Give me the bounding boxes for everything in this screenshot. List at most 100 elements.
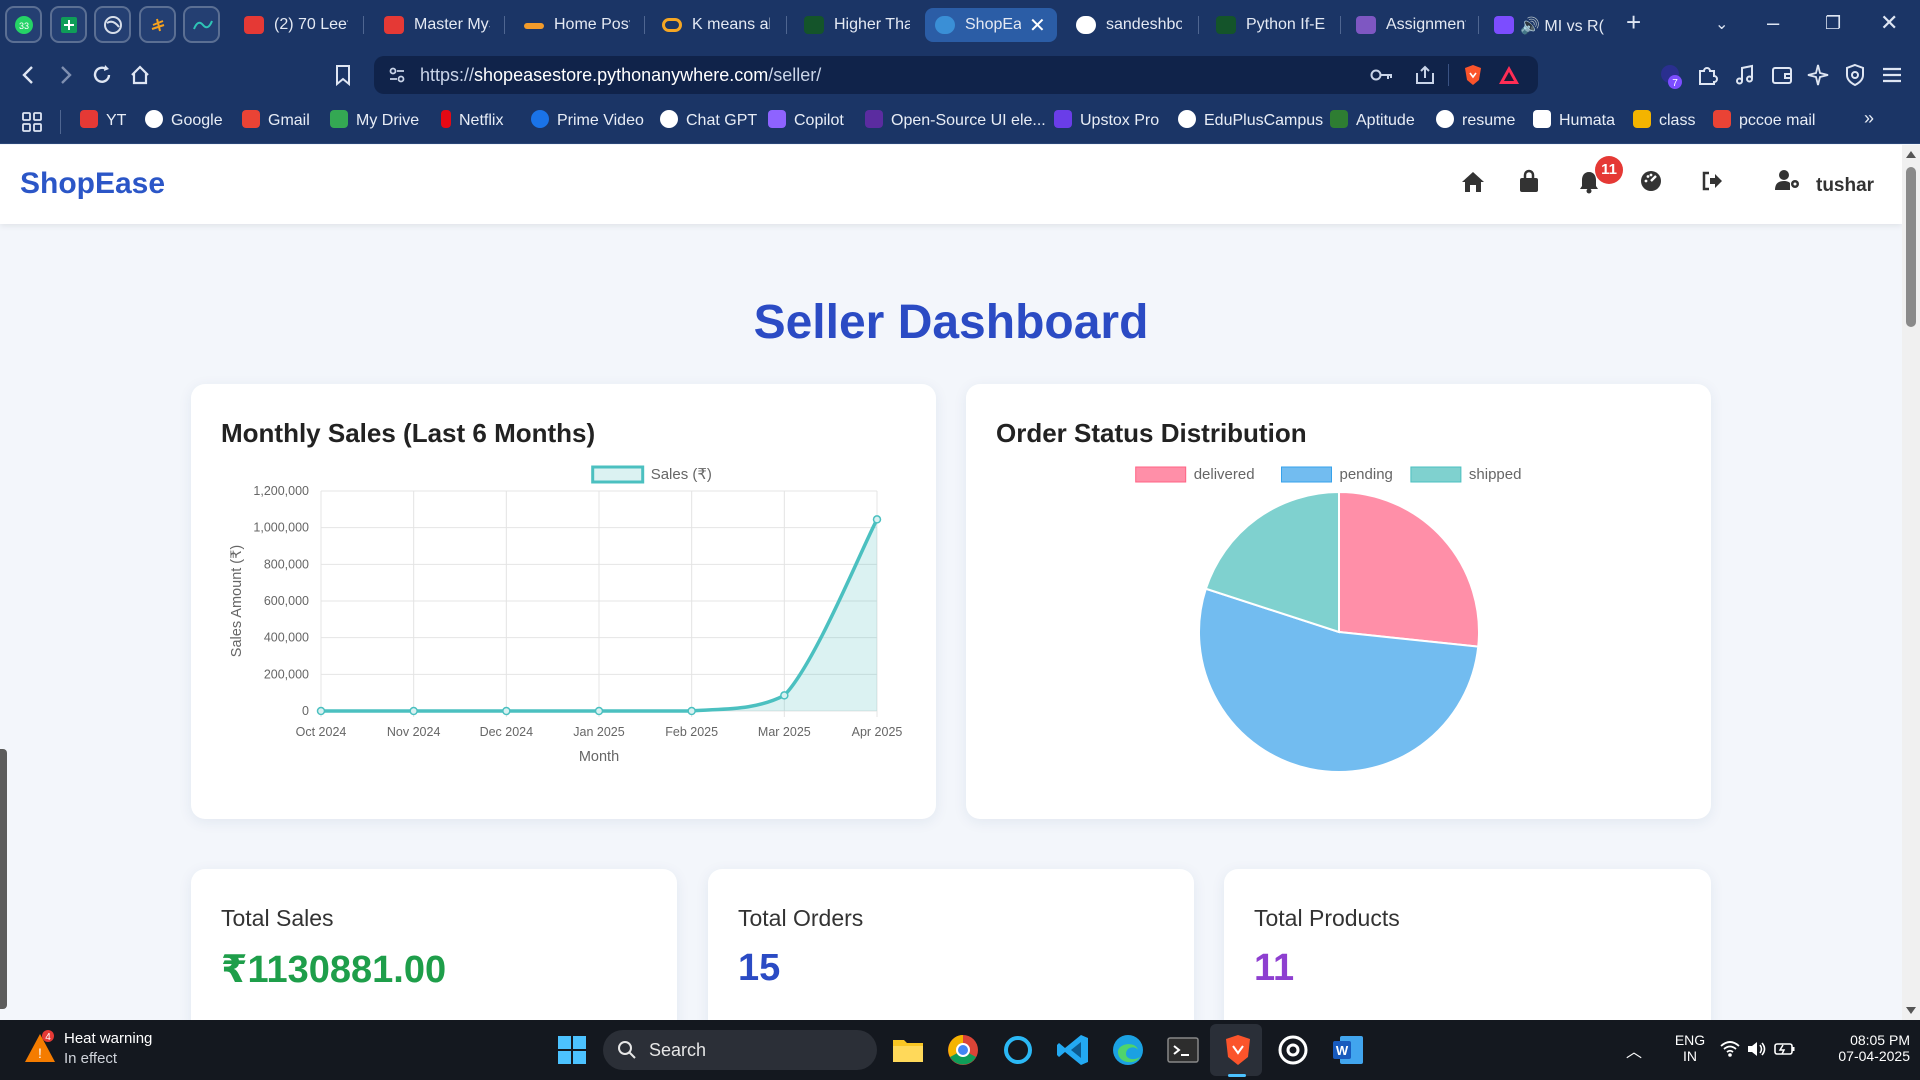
pinned-tab-globe[interactable]: [94, 6, 131, 43]
side-panel-handle[interactable]: [0, 749, 7, 1009]
word-icon[interactable]: W: [1330, 1032, 1366, 1068]
brave-browser-icon[interactable]: [1220, 1032, 1256, 1068]
bookmark-icon[interactable]: [333, 63, 353, 87]
wallet-icon[interactable]: [1770, 63, 1794, 87]
tab-divider: [504, 16, 505, 34]
tab-divider: [786, 16, 787, 34]
globe-icon: [1178, 110, 1196, 128]
brave-shields-icon[interactable]: [1462, 63, 1484, 87]
shopping-bag-icon[interactable]: [1517, 169, 1541, 195]
order-status-pie-chart[interactable]: delivered pending shipped: [966, 464, 1711, 809]
home-icon[interactable]: [128, 63, 152, 87]
windows-start-icon[interactable]: [557, 1035, 587, 1065]
chrome-icon[interactable]: [945, 1032, 981, 1068]
site-settings-icon[interactable]: [388, 66, 406, 84]
menu-icon[interactable]: [1880, 63, 1904, 87]
battery-icon[interactable]: [1774, 1041, 1796, 1057]
file-explorer-icon[interactable]: [890, 1032, 926, 1068]
bookmark-google[interactable]: Google: [145, 110, 223, 134]
cortana-icon[interactable]: [1000, 1032, 1036, 1068]
terminal-icon[interactable]: [1165, 1032, 1201, 1068]
bookmark-netflix[interactable]: Netflix: [441, 110, 503, 134]
logout-icon[interactable]: [1700, 169, 1724, 193]
pinned-tab-stack[interactable]: [139, 6, 176, 43]
pinned-tab-sheets[interactable]: [50, 6, 87, 43]
legend-swatch: [1281, 466, 1332, 483]
bookmark-yt[interactable]: YT: [80, 110, 126, 134]
clock[interactable]: 08:05 PM 07-04-2025: [1810, 1032, 1910, 1064]
classroom-icon: [1633, 110, 1651, 128]
bookmark-edupluscampus[interactable]: EduPlusCampus: [1178, 110, 1323, 134]
extensions-puzzle-icon[interactable]: [1695, 63, 1719, 87]
back-icon[interactable]: [18, 63, 40, 87]
close-window-button[interactable]: ✕: [1880, 12, 1898, 34]
vpn-shield-icon[interactable]: [1843, 63, 1867, 87]
bookmark-aptitude[interactable]: Aptitude: [1330, 110, 1415, 134]
browser-tab[interactable]: (2) 70 Leetc: [234, 8, 352, 42]
password-key-icon[interactable]: [1370, 67, 1394, 83]
reload-icon[interactable]: [90, 63, 114, 87]
bookmark-my-drive[interactable]: My Drive: [330, 110, 419, 134]
scrollbar-thumb[interactable]: [1906, 167, 1916, 327]
browser-tab[interactable]: Master MyS: [374, 8, 492, 42]
ai-sparkle-icon[interactable]: [1806, 63, 1830, 87]
pinned-tab-link[interactable]: [183, 6, 220, 43]
forward-icon[interactable]: [54, 63, 76, 87]
stat-label: Total Sales: [221, 905, 334, 931]
dashboard-gauge-icon[interactable]: [1639, 169, 1663, 193]
close-tab-icon[interactable]: ✕: [1029, 13, 1046, 38]
tab-search-chevron-icon[interactable]: ⌄: [1715, 14, 1728, 36]
page-scrollbar[interactable]: [1902, 145, 1920, 1020]
bookmark-class[interactable]: class: [1633, 110, 1695, 134]
taskbar-search-box[interactable]: Search: [603, 1030, 877, 1070]
scroll-down-arrow-icon[interactable]: [1906, 1007, 1916, 1014]
volume-icon[interactable]: [1746, 1040, 1768, 1058]
bookmark-open-source-ui[interactable]: Open-Source UI ele...: [865, 110, 1046, 134]
browser-tab-active[interactable]: ShopEa ✕: [925, 8, 1057, 42]
minimize-button[interactable]: –: [1767, 12, 1779, 34]
music-note-icon[interactable]: [1733, 63, 1757, 87]
legend-label: shipped: [1469, 466, 1522, 483]
address-bar[interactable]: https://shopeasestore.pythonanywhere.com…: [374, 56, 1538, 94]
bookmark-prime-video[interactable]: Prime Video: [531, 110, 644, 134]
site-logo[interactable]: ShopEase: [20, 167, 165, 201]
browser-tab[interactable]: Home Postl: [514, 8, 632, 42]
browser-tab[interactable]: 🔊 MI vs R(: [1484, 8, 1614, 42]
vscode-icon[interactable]: [1055, 1032, 1091, 1068]
scroll-up-arrow-icon[interactable]: [1906, 151, 1916, 158]
extension-leo-icon[interactable]: 7: [1658, 63, 1688, 91]
user-settings-icon[interactable]: [1775, 169, 1801, 193]
browser-tab[interactable]: sandeshbor: [1066, 8, 1186, 42]
bookmark-gmail[interactable]: Gmail: [242, 110, 310, 134]
wifi-icon[interactable]: [1720, 1040, 1740, 1058]
more-bookmarks-chevron-icon[interactable]: »: [1864, 108, 1874, 132]
share-icon[interactable]: [1414, 65, 1436, 85]
total-orders-card: Total Orders 15: [708, 869, 1194, 1020]
browser-tab[interactable]: Higher Thar: [794, 8, 912, 42]
browser-tab[interactable]: Assignment: [1346, 8, 1468, 42]
bookmark-pccoe-mail[interactable]: pccoe mail: [1713, 110, 1815, 134]
home-icon[interactable]: [1460, 169, 1486, 195]
chatgpt-app-icon[interactable]: [1275, 1032, 1311, 1068]
bookmark-humata[interactable]: Humata: [1533, 110, 1615, 134]
browser-tab[interactable]: K means alc: [652, 8, 772, 42]
brave-rewards-icon[interactable]: [1498, 64, 1520, 86]
new-tab-button[interactable]: +: [1626, 9, 1641, 35]
edge-icon[interactable]: [1110, 1032, 1146, 1068]
language-indicator[interactable]: ENG IN: [1670, 1032, 1710, 1064]
monthly-sales-line-chart[interactable]: Sales (₹) 0 200,000 400,000 600,000 800,000 1,…: [191, 464, 936, 809]
username-label[interactable]: tushar: [1816, 175, 1874, 197]
prime-video-icon: [531, 110, 549, 128]
legend-swatch: [1410, 466, 1462, 483]
restore-button[interactable]: ❐: [1825, 12, 1841, 34]
pinned-tab-whatsapp[interactable]: 33: [5, 6, 42, 43]
bookmark-resume[interactable]: resume: [1436, 110, 1515, 134]
bookmark-upstox-pro[interactable]: Upstox Pro: [1054, 110, 1159, 134]
browser-tab[interactable]: Python If-El: [1206, 8, 1330, 42]
show-hidden-icons-chevron-icon[interactable]: ︿: [1626, 1038, 1642, 1062]
bookmark-copilot[interactable]: Copilot: [768, 110, 844, 134]
url-text[interactable]: https://shopeasestore.pythonanywhere.com…: [420, 65, 821, 86]
copilot-icon: [768, 110, 786, 128]
bookmark-chat-gpt[interactable]: Chat GPT: [660, 110, 757, 134]
apps-grid-icon[interactable]: [20, 110, 44, 134]
